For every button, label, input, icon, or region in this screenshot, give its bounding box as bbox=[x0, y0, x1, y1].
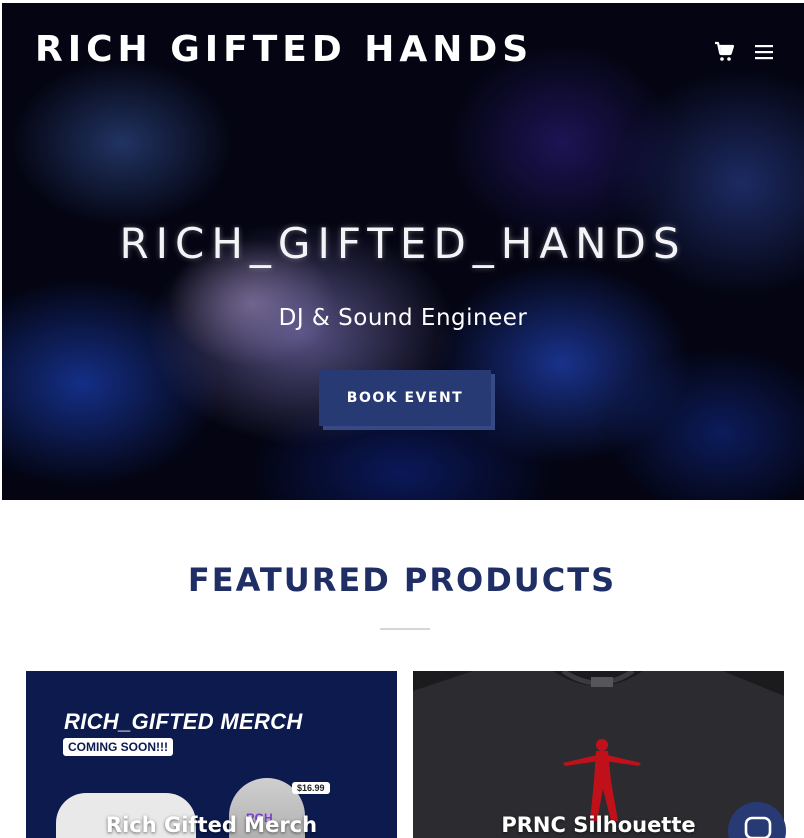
product-title[interactable]: Rich Gifted Merch bbox=[26, 813, 397, 837]
coming-soon-badge: COMING SOON!!! bbox=[63, 738, 173, 756]
product-card-rich-gifted-merch[interactable]: RICH_GIFTED MERCH COMING SOON!!! RGH $16… bbox=[26, 671, 397, 838]
product-card-prnc-silhouette[interactable]: PRNC Silhouette bbox=[413, 671, 784, 838]
book-event-button[interactable]: BOOK EVENT bbox=[319, 370, 491, 426]
site-title[interactable]: RICH GIFTED HANDS bbox=[35, 29, 533, 70]
featured-products-heading: FEATURED PRODUCTS bbox=[187, 561, 617, 599]
hero-section: RICH GIFTED HANDS RICH_GIFTED_HANDS DJ &… bbox=[2, 3, 804, 500]
chat-bubble-icon bbox=[744, 816, 772, 838]
hero-subheading: DJ & Sound Engineer bbox=[278, 305, 528, 331]
section-divider bbox=[380, 628, 430, 630]
hamburger-menu-icon[interactable] bbox=[752, 40, 776, 64]
merch-image-heading: RICH_GIFTED MERCH bbox=[64, 709, 303, 734]
price-tag: $16.99 bbox=[292, 782, 330, 794]
shopping-cart-icon[interactable] bbox=[712, 40, 736, 64]
hero-heading: RICH_GIFTED_HANDS bbox=[119, 219, 687, 268]
